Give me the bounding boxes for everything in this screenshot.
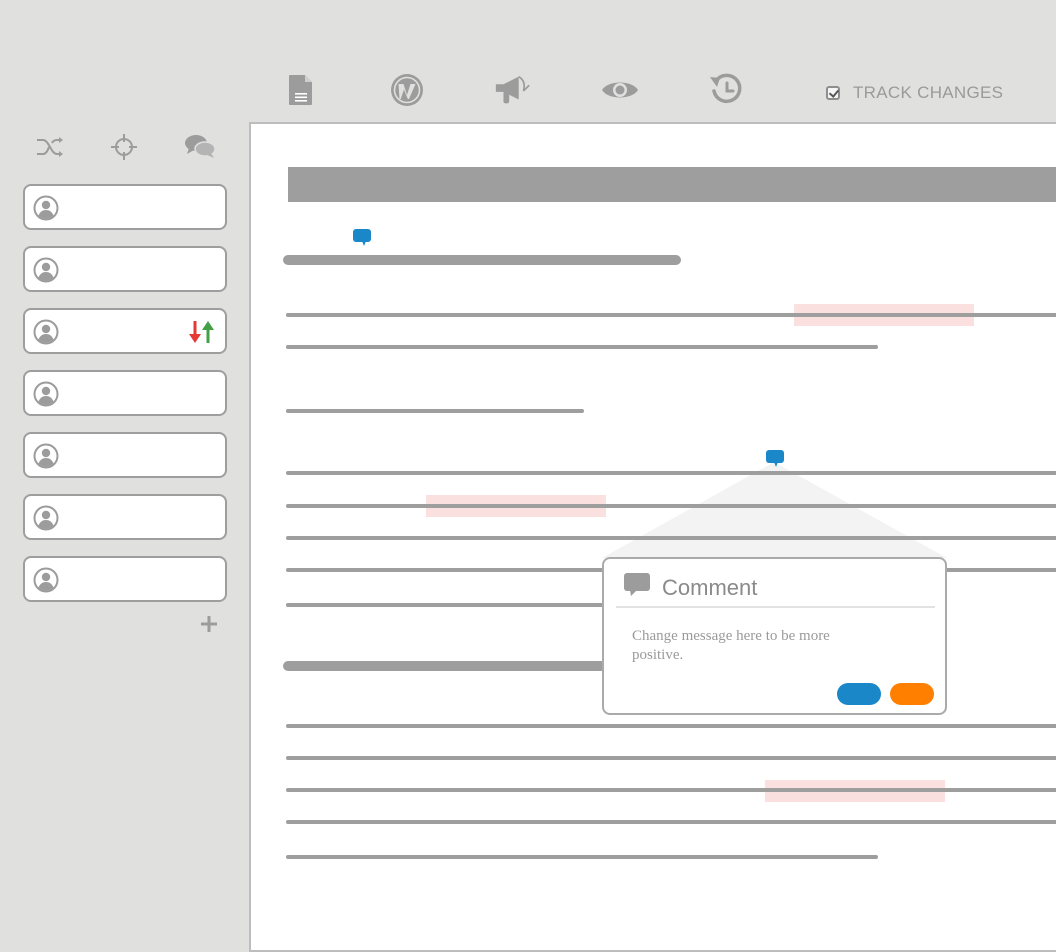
avatar-icon <box>33 567 59 593</box>
comment-text[interactable]: Change message here to be more positive. <box>632 627 862 665</box>
text-line <box>286 345 878 349</box>
user-row[interactable] <box>23 308 227 354</box>
text-line <box>286 313 1056 317</box>
avatar-icon <box>33 381 59 407</box>
avatar-icon <box>33 319 59 345</box>
text-line <box>286 756 1056 760</box>
user-row[interactable] <box>23 370 227 416</box>
user-row[interactable] <box>23 184 227 230</box>
comment-marker-icon[interactable] <box>353 229 371 246</box>
track-changes-checkbox[interactable] <box>826 86 840 100</box>
shuffle-icon[interactable] <box>34 132 66 162</box>
avatar-icon <box>33 505 59 531</box>
text-line <box>286 603 606 607</box>
reorder-arrows-icon[interactable] <box>189 318 215 351</box>
text-line <box>286 724 1056 728</box>
confirm-button[interactable] <box>837 683 881 705</box>
heading-line <box>283 255 681 265</box>
avatar-icon <box>33 195 59 221</box>
history-icon[interactable] <box>706 70 746 110</box>
heading-line <box>283 661 613 671</box>
wordpress-icon[interactable] <box>387 70 427 110</box>
text-line <box>286 820 1056 824</box>
user-row[interactable] <box>23 432 227 478</box>
eye-icon[interactable] <box>600 70 640 110</box>
comment-title: Comment <box>662 574 758 600</box>
user-row[interactable] <box>23 556 227 602</box>
user-row[interactable] <box>23 246 227 292</box>
cancel-button[interactable] <box>890 683 934 705</box>
text-line <box>286 504 1056 508</box>
megaphone-icon[interactable] <box>493 70 533 110</box>
avatar-icon <box>33 257 59 283</box>
chat-bubbles-icon[interactable] <box>184 132 216 162</box>
track-changes-toggle[interactable]: TRACK CHANGES <box>826 80 1003 106</box>
text-line <box>286 471 1056 475</box>
user-row[interactable] <box>23 494 227 540</box>
comment-icon <box>624 573 650 602</box>
text-line <box>286 409 584 413</box>
track-changes-label: TRACK CHANGES <box>853 83 1004 102</box>
comment-popup: Comment Change message here to be more p… <box>602 557 947 715</box>
text-line <box>286 788 1056 792</box>
document-icon[interactable] <box>281 70 321 110</box>
crosshair-icon[interactable] <box>108 132 140 162</box>
text-line <box>286 536 1056 540</box>
comment-marker-icon[interactable] <box>766 450 784 467</box>
add-user-button[interactable] <box>197 612 221 636</box>
comment-header: Comment <box>624 573 757 602</box>
document-title-bar <box>288 167 1056 202</box>
comment-divider <box>616 606 935 608</box>
text-line <box>286 855 878 859</box>
avatar-icon <box>33 443 59 469</box>
